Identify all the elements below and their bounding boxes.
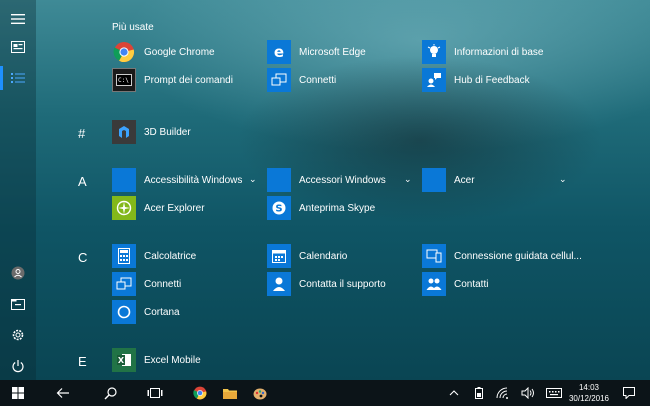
app-excel-mobile[interactable]: X Excel Mobile [112, 348, 201, 372]
action-center-notification-icon[interactable] [620, 384, 638, 402]
taskbar-clock[interactable]: 14:03 30/12/2016 [566, 382, 612, 404]
app-calendario[interactable]: Calendario [267, 244, 347, 268]
volume-icon[interactable] [519, 384, 537, 402]
start-left-rail [0, 0, 36, 380]
app-label: Prompt dei comandi [144, 74, 233, 86]
app-label: Excel Mobile [144, 354, 201, 366]
calendar-icon [267, 244, 291, 268]
paint-taskbar-icon[interactable] [251, 384, 269, 402]
svg-text:C:\: C:\ [118, 77, 129, 84]
support-icon [267, 272, 291, 296]
acer-explorer-icon [112, 196, 136, 220]
show-hidden-icons-chevron-icon[interactable] [445, 384, 463, 402]
app-label: Microsoft Edge [299, 46, 366, 58]
svg-text:S: S [275, 204, 282, 215]
app-label: Contatta il supporto [299, 278, 386, 290]
app-label: Cortana [144, 306, 180, 318]
app-acer-explorer[interactable]: Acer Explorer [112, 196, 205, 220]
excel-icon: X [112, 348, 136, 372]
touch-keyboard-icon[interactable] [545, 384, 563, 402]
skype-icon: S [267, 196, 291, 220]
battery-icon[interactable] [470, 384, 488, 402]
app-connetti[interactable]: Connetti [267, 68, 336, 92]
task-view-icon[interactable] [146, 384, 164, 402]
app-contatta-il-supporto[interactable]: Contatta il supporto [267, 272, 386, 296]
app-label: Calcolatrice [144, 250, 197, 262]
back-arrow-icon[interactable] [54, 384, 72, 402]
app-label: Connessione guidata cellul... [454, 250, 582, 262]
folder-icon [112, 168, 136, 192]
app-connessione-guidata-cellulare[interactable]: Connessione guidata cellul... [422, 244, 582, 268]
app-label: Google Chrome [144, 46, 215, 58]
app-label: Connetti [144, 278, 182, 290]
chrome-icon [112, 40, 136, 64]
chevron-down-icon[interactable]: ⌄ [404, 174, 412, 185]
taskbar: 14:03 30/12/2016 [0, 380, 650, 406]
app-label: 3D Builder [144, 126, 191, 138]
app-anteprima-skype[interactable]: S Anteprima Skype [267, 196, 375, 220]
app-accessori-windows[interactable]: Accessori Windows [267, 168, 386, 192]
search-icon[interactable] [101, 384, 119, 402]
cellular-icon [422, 244, 446, 268]
app-hub-di-feedback[interactable]: Hub di Feedback [422, 68, 530, 92]
app-label: Contatti [454, 278, 489, 290]
app-cortana[interactable]: Cortana [112, 300, 180, 324]
app-label: Accessori Windows [299, 174, 386, 186]
folder-icon [422, 168, 446, 192]
all-apps-list-icon[interactable] [9, 69, 27, 87]
active-indicator [0, 66, 3, 90]
file-explorer-taskbar-icon[interactable] [221, 384, 239, 402]
app-acer[interactable]: Acer [422, 168, 475, 192]
clock-date: 30/12/2016 [568, 394, 610, 403]
hamburger-menu-icon[interactable] [9, 10, 27, 28]
section-letter-hash[interactable]: # [78, 126, 85, 141]
section-letter-e[interactable]: E [78, 354, 87, 369]
connect-icon [267, 68, 291, 92]
app-informazioni-di-base[interactable]: Informazioni di base [422, 40, 544, 64]
3d-builder-icon [112, 120, 136, 144]
most-used-heading: Più usate [112, 22, 154, 33]
app-3d-builder[interactable]: 3D Builder [112, 120, 191, 144]
app-prompt-dei-comandi[interactable]: C:\ Prompt dei comandi [112, 68, 233, 92]
cortana-icon [112, 300, 136, 324]
windows-start-icon[interactable] [9, 384, 27, 402]
connect-icon [112, 272, 136, 296]
clock-time: 14:03 [578, 383, 600, 392]
people-icon [422, 272, 446, 296]
edge-icon: e [267, 40, 291, 64]
calculator-icon [112, 244, 136, 268]
svg-text:X: X [118, 356, 125, 365]
chevron-down-icon[interactable]: ⌄ [249, 174, 257, 185]
app-label: Informazioni di base [454, 46, 544, 58]
lightbulb-icon [422, 40, 446, 64]
wifi-icon[interactable] [494, 384, 512, 402]
app-connetti-2[interactable]: Connetti [112, 272, 181, 296]
user-avatar-icon[interactable] [9, 264, 27, 282]
app-microsoft-edge[interactable]: e Microsoft Edge [267, 40, 366, 64]
app-google-chrome[interactable]: Google Chrome [112, 40, 215, 64]
tiles-view-icon[interactable] [9, 38, 27, 56]
app-label: Hub di Feedback [454, 74, 530, 86]
feedback-icon [422, 68, 446, 92]
chrome-taskbar-icon[interactable] [191, 384, 209, 402]
app-contatti[interactable]: Contatti [422, 272, 488, 296]
settings-gear-icon[interactable] [9, 326, 27, 344]
section-letter-a[interactable]: A [78, 174, 87, 189]
app-label: Acer Explorer [144, 202, 205, 214]
chevron-down-icon[interactable]: ⌄ [559, 174, 567, 185]
file-explorer-icon[interactable] [9, 295, 27, 313]
cmd-icon: C:\ [112, 68, 136, 92]
app-label: Anteprima Skype [299, 202, 376, 214]
app-label: Accessibilità Windows [144, 174, 243, 186]
app-accessibilita-windows[interactable]: Accessibilità Windows [112, 168, 242, 192]
app-calcolatrice[interactable]: Calcolatrice [112, 244, 196, 268]
folder-icon [267, 168, 291, 192]
app-label: Calendario [299, 250, 348, 262]
power-icon[interactable] [9, 357, 27, 375]
section-letter-c[interactable]: C [78, 250, 87, 265]
app-label: Connetti [299, 74, 337, 86]
app-label: Acer [454, 174, 475, 186]
